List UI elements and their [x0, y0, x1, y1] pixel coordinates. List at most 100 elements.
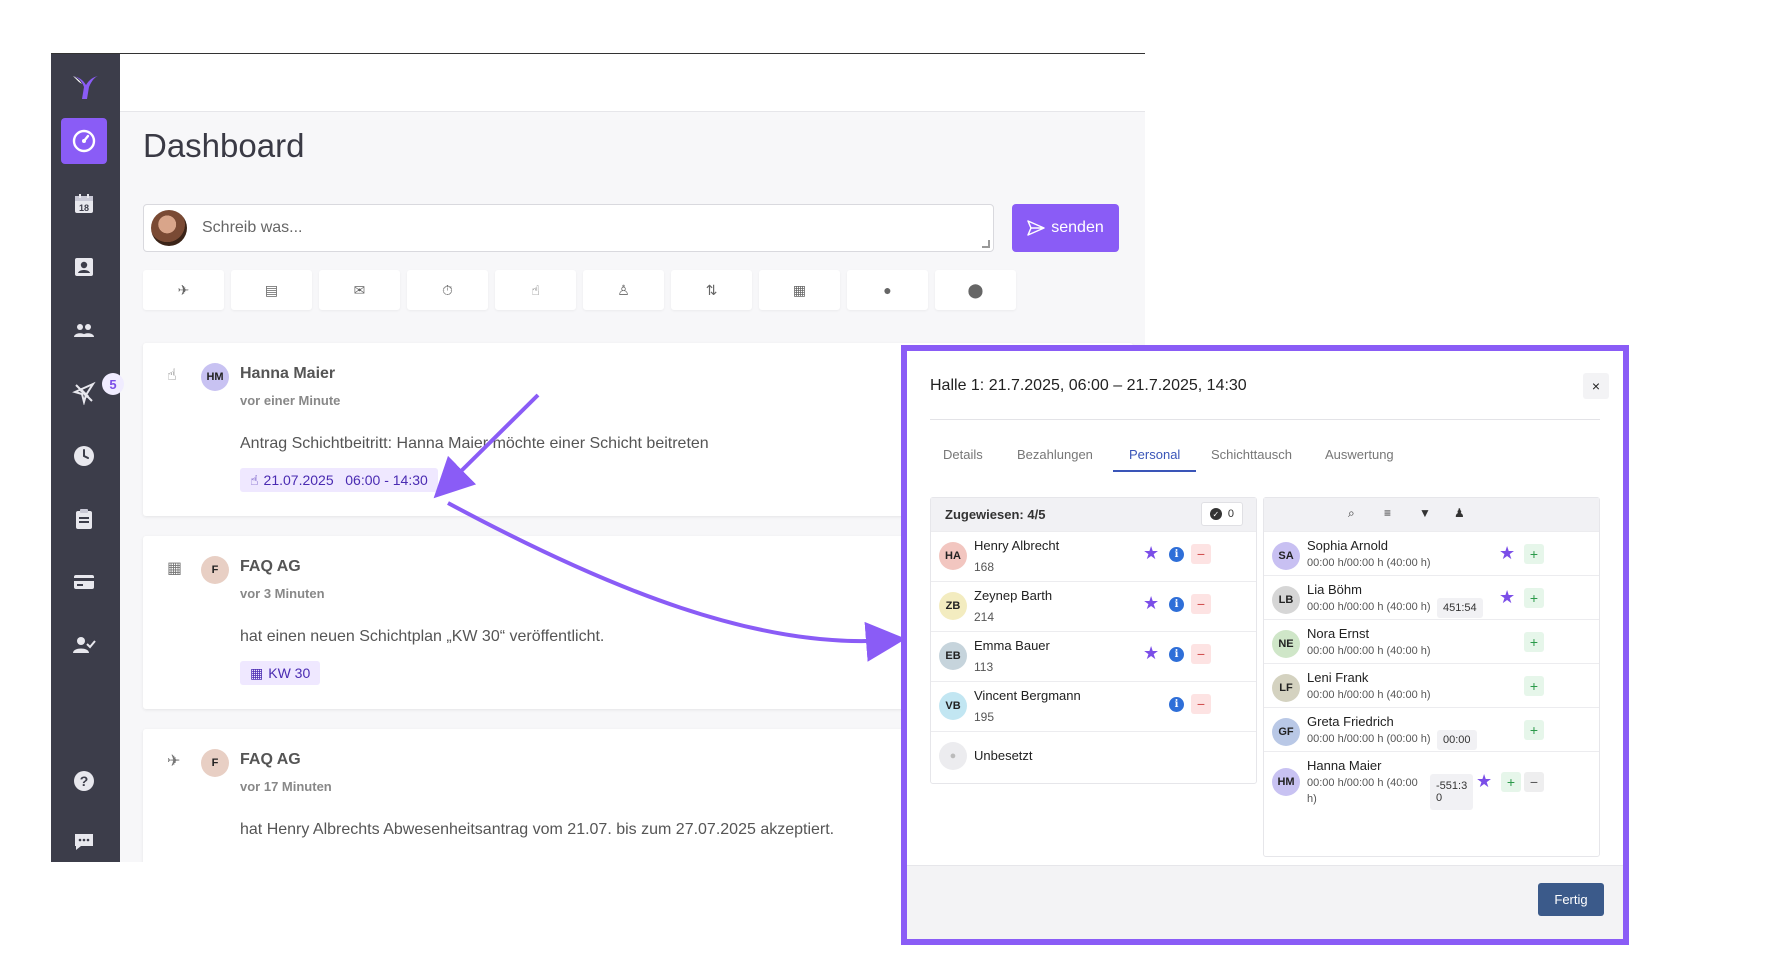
- quick-action-swap[interactable]: ⇅: [671, 270, 752, 310]
- feed-author[interactable]: FAQ AG: [240, 558, 301, 576]
- search-icon[interactable]: ⌕: [1348, 506, 1355, 521]
- star-icon[interactable]: ★: [1143, 644, 1159, 662]
- available-row: GF Greta Friedrich 00:00 h/00:00 h (00:0…: [1264, 707, 1599, 751]
- post-composer: [143, 204, 994, 252]
- quick-action-shift-join[interactable]: ☝: [495, 270, 576, 310]
- location-pin-icon: ⬤: [967, 281, 984, 298]
- person-number: 195: [974, 710, 995, 724]
- person-name: Nora Ernst: [1307, 626, 1370, 641]
- modal-close-button[interactable]: ×: [1583, 373, 1609, 399]
- sidebar-item-help[interactable]: ?: [61, 758, 107, 804]
- quick-action-location[interactable]: ⬤: [935, 270, 1016, 310]
- available-panel-toolbar: ⌕ ≡ ▼ ♟: [1264, 498, 1599, 531]
- remove-button[interactable]: −: [1191, 544, 1211, 564]
- sidebar: 18 5 ?: [51, 54, 124, 862]
- quick-action-approve[interactable]: ●: [847, 270, 928, 310]
- star-icon[interactable]: ★: [1499, 544, 1515, 562]
- tab-shift-swap[interactable]: Schichttausch: [1211, 447, 1292, 470]
- add-button[interactable]: +: [1524, 632, 1544, 652]
- calendar-icon: ▦: [250, 664, 264, 681]
- send-button[interactable]: senden: [1012, 204, 1119, 252]
- star-icon[interactable]: ★: [1143, 544, 1159, 562]
- person-name: Lia Böhm: [1307, 582, 1362, 597]
- remove-button[interactable]: −: [1191, 694, 1211, 714]
- person-name: Vincent Bergmann: [974, 688, 1081, 703]
- empty-avatar-icon: ●: [939, 742, 967, 770]
- schedule-chip[interactable]: ▦ KW 30: [240, 661, 321, 685]
- avatar: HM: [201, 363, 229, 391]
- pending-count-badge[interactable]: ✓ 0: [1200, 502, 1243, 526]
- star-icon[interactable]: ★: [1499, 588, 1515, 606]
- balance-value-continued: 0: [1436, 792, 1443, 804]
- add-button[interactable]: +: [1524, 676, 1544, 696]
- info-icon[interactable]: i: [1169, 697, 1184, 712]
- filter-icon[interactable]: ▼: [1419, 506, 1431, 520]
- calendar-icon: 18: [75, 194, 93, 213]
- star-icon[interactable]: ★: [1476, 772, 1492, 790]
- user-check-icon[interactable]: ♟: [1454, 506, 1465, 520]
- quick-action-clipboard[interactable]: ▤: [231, 270, 312, 310]
- tab-details[interactable]: Details: [943, 447, 983, 470]
- feed-text: hat Henry Albrechts Abwesenheitsantrag v…: [240, 821, 835, 838]
- sidebar-item-payments[interactable]: [61, 559, 107, 605]
- assigned-row: VB Vincent Bergmann 195 i −: [931, 681, 1256, 731]
- mail-icon: ✉: [353, 281, 366, 298]
- tab-staff[interactable]: Personal: [1129, 447, 1180, 470]
- remove-button[interactable]: −: [1191, 644, 1211, 664]
- tab-evaluation[interactable]: Auswertung: [1325, 447, 1394, 470]
- quick-action-timer[interactable]: ⏱: [407, 270, 488, 310]
- quick-action-absence[interactable]: ✈: [143, 270, 224, 310]
- info-icon[interactable]: i: [1169, 547, 1184, 562]
- sort-icon[interactable]: ≡: [1384, 506, 1391, 520]
- feed-author[interactable]: Hanna Maier: [240, 365, 335, 383]
- sidebar-item-calendar[interactable]: 18: [61, 181, 107, 227]
- sidebar-item-chat[interactable]: [61, 819, 107, 862]
- resize-handle-icon[interactable]: [982, 240, 990, 248]
- add-button[interactable]: +: [1524, 720, 1544, 740]
- clipboard-icon: ▤: [264, 281, 279, 298]
- sidebar-item-dashboard[interactable]: [61, 118, 107, 164]
- info-icon[interactable]: i: [1169, 647, 1184, 662]
- assigned-count-label: Zugewiesen: 4/5: [945, 507, 1046, 522]
- tab-payments[interactable]: Bezahlungen: [1017, 447, 1093, 470]
- person-name: Leni Frank: [1307, 670, 1369, 685]
- feed-time: vor 17 Minuten: [240, 779, 332, 794]
- hand-pointer-icon: ☝: [531, 281, 540, 298]
- done-button[interactable]: Fertig: [1538, 883, 1604, 916]
- available-row: NE Nora Ernst 00:00 h/00:00 h (40:00 h) …: [1264, 619, 1599, 663]
- balance-pill: 451:54: [1437, 598, 1483, 618]
- remove-button[interactable]: −: [1524, 772, 1544, 792]
- modal-highlight-frame: Halle 1: 21.7.2025, 06:00 – 21.7.2025, 1…: [901, 345, 1629, 945]
- shift-chip[interactable]: ☝ 21.07.2025 06:00 - 14:30: [240, 468, 438, 492]
- person-add-icon: ♙: [617, 281, 630, 298]
- sidebar-item-contacts[interactable]: [61, 244, 107, 290]
- quick-action-message[interactable]: ✉: [319, 270, 400, 310]
- sidebar-item-reports[interactable]: [61, 496, 107, 542]
- feed-author[interactable]: FAQ AG: [240, 751, 301, 769]
- quick-action-add-person[interactable]: ♙: [583, 270, 664, 310]
- assigned-row: EB Emma Bauer 113 ★ i −: [931, 631, 1256, 681]
- pending-count: 0: [1227, 508, 1234, 520]
- balance-pill: 00:00: [1437, 730, 1477, 750]
- add-button[interactable]: +: [1524, 544, 1544, 564]
- available-row: HM Hanna Maier 00:00 h/00:00 h (40:00 h)…: [1264, 751, 1599, 811]
- feed-text: hat einen neuen Schichtplan „KW 30“ verö…: [240, 628, 605, 645]
- sidebar-item-absences[interactable]: 5: [61, 370, 124, 416]
- add-button[interactable]: +: [1524, 588, 1544, 608]
- person-name: Emma Bauer: [974, 638, 1050, 653]
- remove-button[interactable]: −: [1191, 594, 1211, 614]
- person-name: Henry Albrecht: [974, 538, 1060, 553]
- close-icon: ×: [1591, 378, 1601, 394]
- info-icon[interactable]: i: [1169, 597, 1184, 612]
- sidebar-item-time[interactable]: [61, 433, 107, 479]
- add-button[interactable]: +: [1501, 772, 1521, 792]
- modal-title: Halle 1: 21.7.2025, 06:00 – 21.7.2025, 1…: [930, 377, 1247, 394]
- help-icon: ?: [74, 771, 94, 791]
- quick-action-calendar[interactable]: ▦: [759, 270, 840, 310]
- sidebar-item-approvals[interactable]: [61, 622, 107, 668]
- sidebar-item-team[interactable]: [61, 307, 107, 353]
- star-icon[interactable]: ★: [1143, 594, 1159, 612]
- balance-pill: -551:3 0: [1430, 774, 1474, 810]
- app-logo[interactable]: [67, 68, 103, 104]
- post-input[interactable]: [202, 212, 962, 244]
